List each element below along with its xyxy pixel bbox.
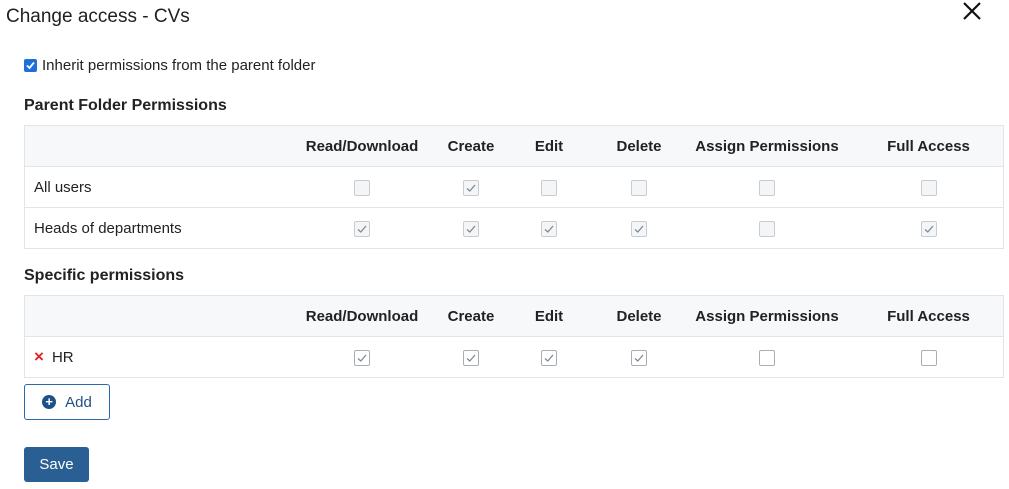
permission-cell: [598, 207, 680, 249]
header-create: Create: [442, 125, 500, 167]
read-download-checkbox[interactable]: [354, 349, 370, 366]
permission-cell: [854, 207, 1004, 249]
create-checkbox[interactable]: [463, 349, 479, 366]
header-name-cell: [24, 125, 282, 167]
permission-cell: [680, 207, 854, 249]
checkmark-icon: [634, 225, 644, 233]
header-full-access: Full Access: [854, 125, 1004, 167]
permission-cell: [282, 207, 442, 249]
save-button[interactable]: Save: [24, 447, 89, 482]
delete-checkbox: [631, 179, 647, 196]
add-button-label: Add: [65, 393, 92, 411]
plus-circle-icon: +: [42, 395, 57, 409]
header-full-access: Full Access: [854, 295, 1004, 337]
dialog-title: Change access - CVs: [6, 6, 190, 27]
table-header-row: Read/Download Create Edit Delete Assign …: [24, 125, 1004, 167]
row-name-cell: × HR: [24, 336, 282, 378]
header-edit: Edit: [500, 295, 598, 337]
table-row: × HR: [24, 336, 1004, 378]
table-row: Heads of departments: [24, 207, 1004, 249]
delete-checkbox: [631, 220, 647, 237]
specific-permissions-title: Specific permissions: [24, 267, 185, 284]
permission-cell: [680, 336, 854, 378]
header-edit: Edit: [500, 125, 598, 167]
assign-permissions-checkbox: [759, 220, 775, 237]
parent-permissions-title: Parent Folder Permissions: [24, 97, 227, 114]
permission-cell: [854, 336, 1004, 378]
permission-cell: [500, 207, 598, 249]
permission-cell: [282, 336, 442, 378]
header-delete: Delete: [598, 295, 680, 337]
header-read-download: Read/Download: [282, 125, 442, 167]
permission-cell: [500, 166, 598, 208]
checkmark-icon: [544, 354, 554, 362]
edit-checkbox[interactable]: [541, 349, 557, 366]
header-assign-permissions: Assign Permissions: [680, 125, 854, 167]
full-access-checkbox[interactable]: [920, 349, 937, 366]
read-download-checkbox: [354, 179, 370, 196]
header-name-cell: [24, 295, 282, 337]
checkmark-icon: [466, 184, 476, 192]
parent-permissions-table: Read/Download Create Edit Delete Assign …: [24, 125, 1004, 249]
row-name-cell: All users: [24, 166, 282, 208]
checkmark-icon: [357, 225, 367, 233]
checkmark-icon: [357, 354, 367, 362]
permission-cell: [442, 207, 500, 249]
close-icon[interactable]: [960, 0, 984, 24]
close-button[interactable]: [960, 0, 984, 24]
inherit-permissions-checkbox[interactable]: [24, 59, 37, 72]
permission-cell: [500, 336, 598, 378]
checkmark-icon: [466, 225, 476, 233]
checkmark-icon: [634, 354, 644, 362]
assign-permissions-checkbox[interactable]: [759, 349, 775, 366]
remove-x-icon[interactable]: ×: [34, 347, 44, 366]
specific-permissions-table: Read/Download Create Edit Delete Assign …: [24, 295, 1004, 378]
permission-cell: [598, 166, 680, 208]
permission-cell: [442, 166, 500, 208]
create-checkbox: [463, 179, 479, 196]
checkmark-icon: [466, 354, 476, 362]
read-download-checkbox: [354, 220, 370, 237]
permission-cell: [680, 166, 854, 208]
delete-checkbox[interactable]: [631, 349, 647, 366]
checkmark-icon: [924, 225, 933, 233]
permission-cell: [442, 336, 500, 378]
header-assign-permissions: Assign Permissions: [680, 295, 854, 337]
create-checkbox: [463, 220, 479, 237]
full-access-checkbox: [920, 220, 937, 237]
edit-checkbox: [541, 220, 557, 237]
add-button[interactable]: + Add: [24, 384, 110, 420]
checkmark-icon: [544, 225, 554, 233]
table-row: All users: [24, 166, 1004, 208]
header-delete: Delete: [598, 125, 680, 167]
assign-permissions-checkbox: [759, 179, 775, 196]
header-read-download: Read/Download: [282, 295, 442, 337]
row-name-label: Heads of departments: [34, 219, 182, 237]
row-name-label: HR: [51, 349, 74, 366]
edit-checkbox: [541, 179, 557, 196]
inherit-permissions-label: Inherit permissions from the parent fold…: [42, 57, 316, 74]
permission-cell: [854, 166, 1004, 208]
permission-cell: [282, 166, 442, 208]
permission-cell: [598, 336, 680, 378]
table-header-row: Read/Download Create Edit Delete Assign …: [24, 295, 1004, 337]
row-name-label: All users: [34, 178, 92, 196]
row-name-cell: Heads of departments: [24, 207, 282, 249]
header-create: Create: [442, 295, 500, 337]
inherit-permissions-option[interactable]: Inherit permissions from the parent fold…: [24, 57, 315, 74]
full-access-checkbox: [920, 179, 937, 196]
